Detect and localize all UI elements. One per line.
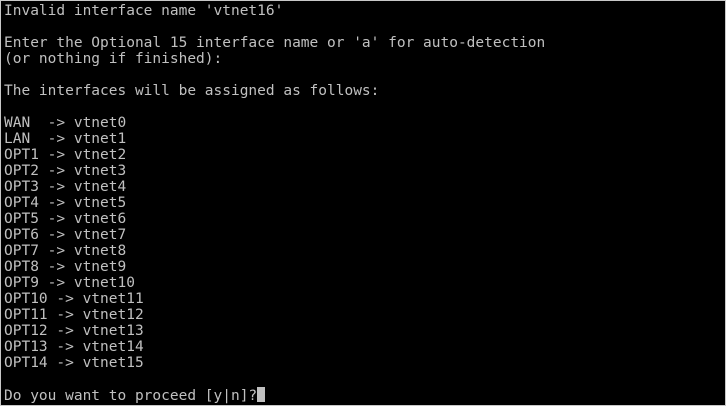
assignment-row-opt8: OPT8 -> vtnet9 — [4, 259, 127, 275]
proceed-prompt: Do you want to proceed [y|n]? — [4, 388, 258, 404]
assignment-row-opt2: OPT2 -> vtnet3 — [4, 163, 127, 179]
assignment-row-lan: LAN -> vtnet1 — [4, 131, 127, 147]
assignment-row-opt12: OPT12 -> vtnet13 — [4, 323, 144, 339]
assignment-row-opt14: OPT14 -> vtnet15 — [4, 355, 144, 371]
text-cursor[interactable] — [257, 387, 266, 402]
console-screen[interactable]: Invalid interface name 'vtnet16' Enter t… — [0, 0, 726, 406]
assignment-row-wan: WAN -> vtnet0 — [4, 115, 127, 131]
assignment-row-opt4: OPT4 -> vtnet5 — [4, 195, 127, 211]
interface-prompt: Enter the Optional 15 interface name or … — [4, 35, 546, 51]
assignment-row-opt13: OPT13 -> vtnet14 — [4, 339, 144, 355]
proceed-prompt-line[interactable]: Do you want to proceed [y|n]? — [4, 387, 266, 404]
error-message: Invalid interface name 'vtnet16' — [4, 3, 284, 19]
assignment-row-opt1: OPT1 -> vtnet2 — [4, 147, 127, 163]
assignment-heading: The interfaces will be assigned as follo… — [4, 83, 380, 99]
interface-prompt-hint: (or nothing if finished): — [4, 51, 223, 67]
assignment-row-opt7: OPT7 -> vtnet8 — [4, 243, 127, 259]
assignment-row-opt9: OPT9 -> vtnet10 — [4, 275, 135, 291]
assignment-row-opt6: OPT6 -> vtnet7 — [4, 227, 127, 243]
assignment-row-opt5: OPT5 -> vtnet6 — [4, 211, 127, 227]
assignment-row-opt11: OPT11 -> vtnet12 — [4, 307, 144, 323]
assignment-row-opt10: OPT10 -> vtnet11 — [4, 291, 144, 307]
assignment-row-opt3: OPT3 -> vtnet4 — [4, 179, 127, 195]
